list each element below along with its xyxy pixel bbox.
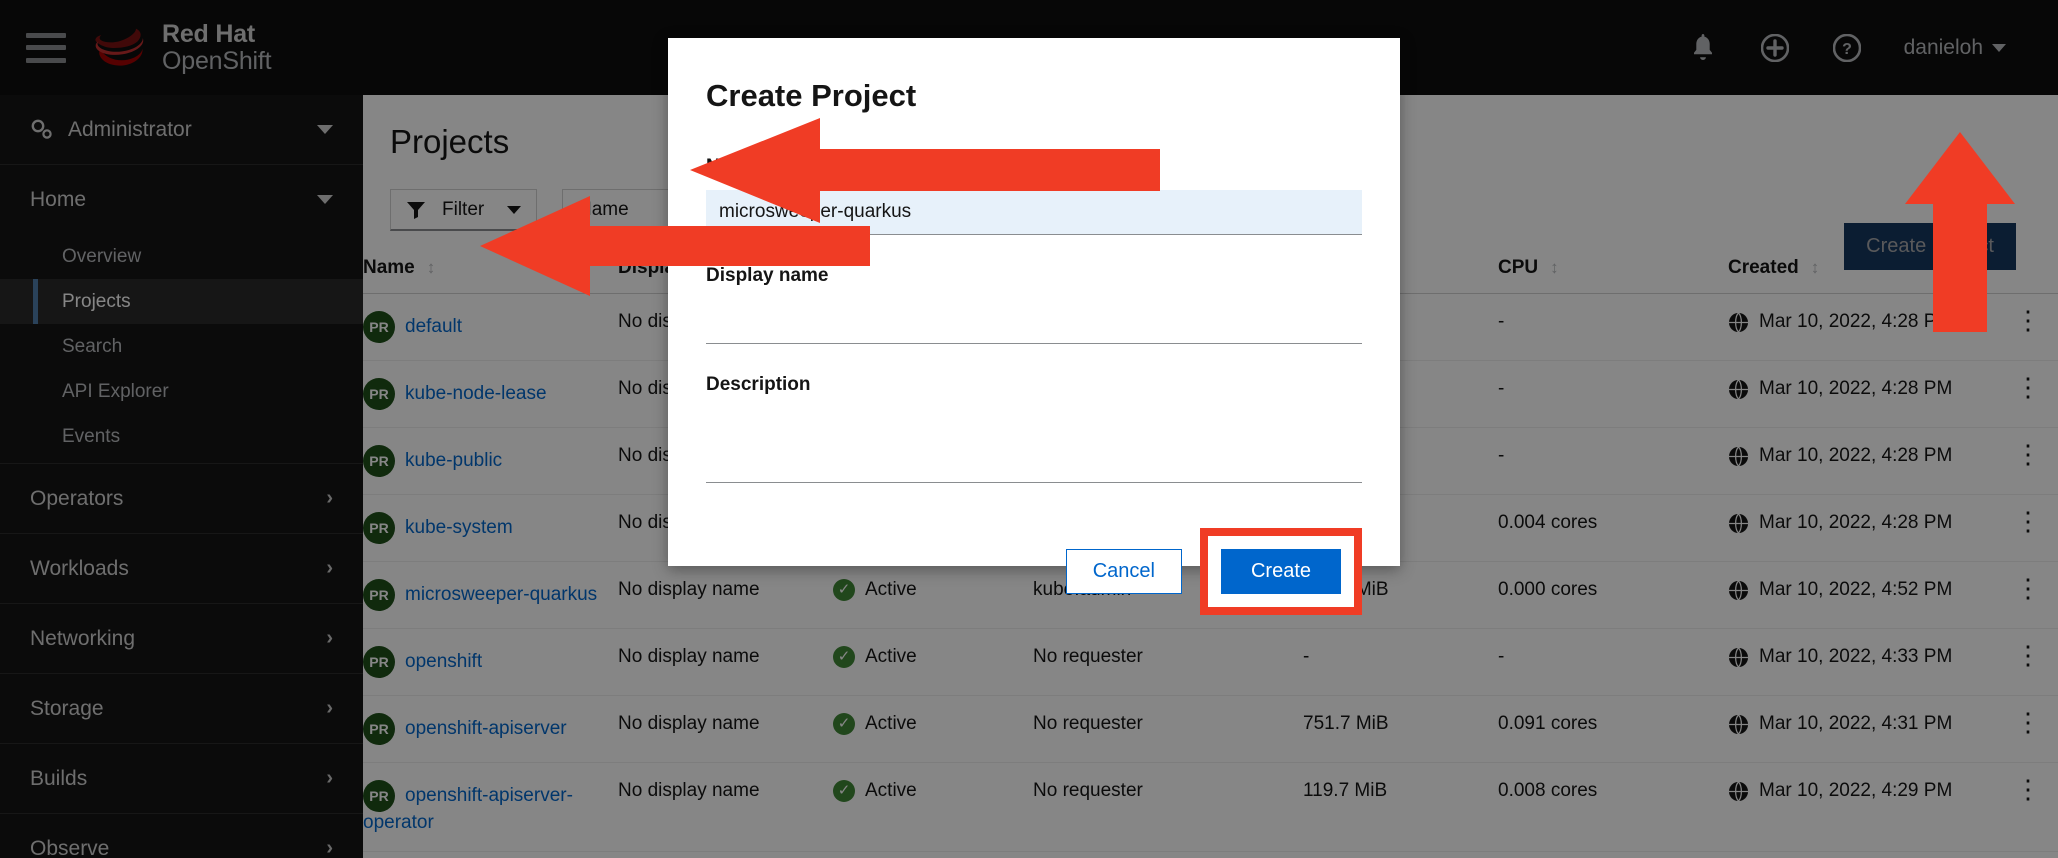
display-name-label-text: Display name — [706, 265, 829, 286]
name-label-text: Name — [706, 156, 758, 177]
field-description: Description — [706, 374, 1362, 488]
help-circle-icon[interactable]: ? — [789, 156, 810, 178]
svg-text:?: ? — [796, 161, 804, 175]
description-label-text: Description — [706, 374, 811, 395]
field-name: Name * ? — [706, 156, 1362, 235]
modal-actions: Cancel Create — [706, 528, 1362, 615]
cancel-button[interactable]: Cancel — [1065, 549, 1182, 594]
required-asterisk: * — [764, 156, 773, 177]
openshift-console-window: Red Hat OpenShift ? danieloh Administrat… — [0, 0, 2058, 858]
field-display-name: Display name — [706, 265, 1362, 344]
display-name-input[interactable] — [706, 299, 1362, 344]
modal-title: Create Project — [706, 78, 917, 113]
create-project-modal: Create Project Name * ? Display name Des… — [668, 38, 1400, 615]
create-button-highlight: Create — [1199, 528, 1362, 615]
display-name-field-label: Display name — [706, 265, 1362, 287]
name-field-label: Name * ? — [706, 156, 1362, 178]
project-name-input[interactable] — [706, 190, 1362, 235]
description-field-label: Description — [706, 374, 1362, 396]
description-textarea[interactable] — [706, 408, 1362, 483]
create-button[interactable]: Create — [1220, 549, 1341, 594]
